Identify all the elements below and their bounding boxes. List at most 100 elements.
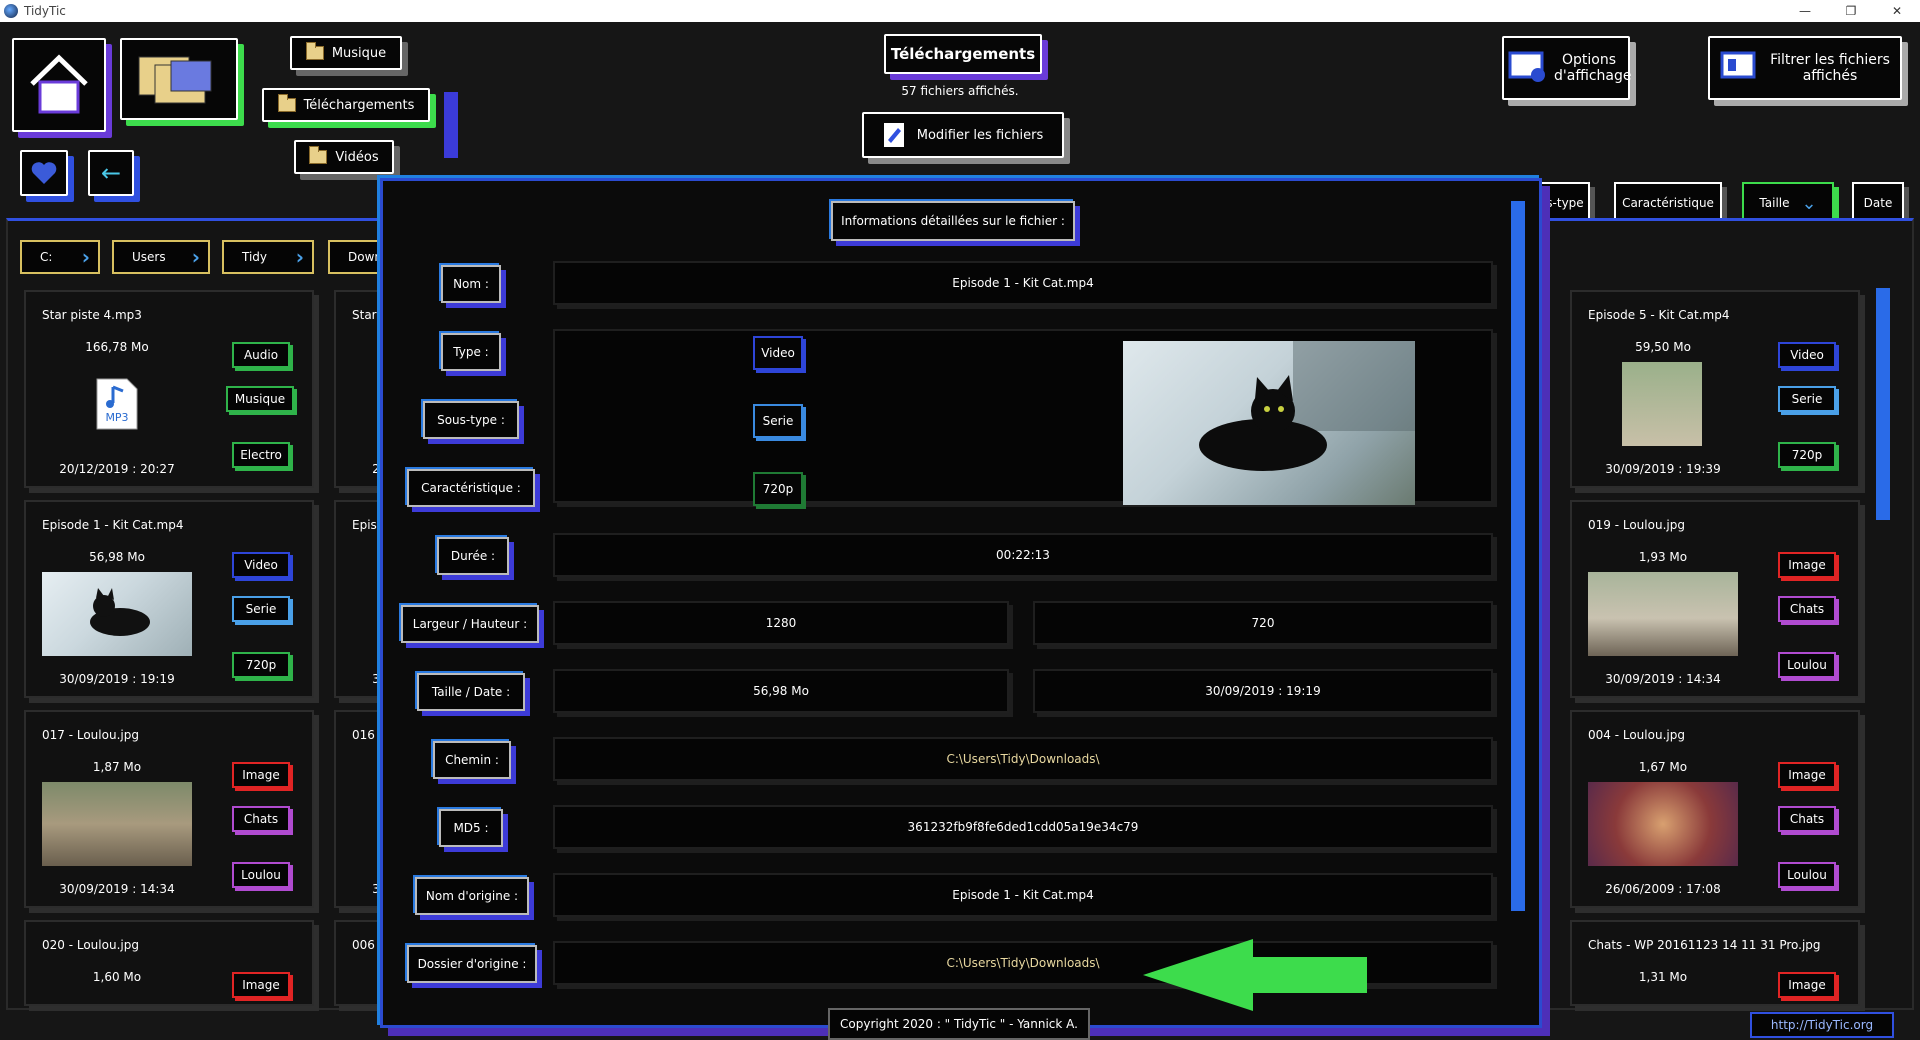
modal-scrollbar[interactable] — [1511, 201, 1525, 911]
files-count: 57 fichiers affichés. — [901, 84, 1019, 98]
video-preview-thumbnail — [1123, 341, 1415, 505]
tag-badge[interactable]: Image — [232, 972, 290, 998]
value-height: 720 — [1033, 601, 1493, 645]
mp3-file-icon: MP3 — [42, 362, 192, 446]
value-original-name: Episode 1 - Kit Cat.mp4 — [553, 873, 1493, 917]
green-arrow-annotation-icon — [1143, 939, 1367, 1011]
label-name: Nom : — [441, 265, 501, 303]
label-md5: MD5 : — [439, 809, 503, 847]
file-size: 1,60 Mo — [92, 970, 142, 984]
label-type: Type : — [441, 333, 501, 371]
folder-musique-button[interactable]: Musique — [290, 36, 402, 70]
tag-badge[interactable]: Chats — [1778, 596, 1836, 622]
photo-thumbnail — [42, 782, 192, 866]
file-date: 30/09/2019 : 14:34 — [1605, 672, 1721, 686]
tag-badge[interactable]: Loulou — [1778, 652, 1836, 678]
file-size: 1,31 Mo — [1638, 970, 1688, 984]
file-name: Star — [352, 308, 377, 322]
label-dimensions: Largeur / Hauteur : — [401, 605, 539, 643]
value-subtype[interactable]: Serie — [753, 404, 803, 438]
file-size: 56,98 Mo — [89, 550, 145, 564]
value-path[interactable]: C:\Users\Tidy\Downloads\ — [553, 737, 1493, 781]
file-card[interactable]: Star piste 4.mp3 166,78 Mo MP3 20/12/201… — [24, 290, 314, 488]
tag-badge[interactable]: Serie — [1778, 386, 1836, 412]
tag-badge[interactable]: Video — [232, 552, 290, 578]
file-card[interactable]: Chats - WP 20161123 14 11 31 Pro.jpg 1,3… — [1570, 920, 1860, 1006]
close-button[interactable]: ✕ — [1874, 0, 1920, 22]
modify-files-label: Modifier les fichiers — [916, 127, 1044, 143]
value-width: 1280 — [553, 601, 1009, 645]
file-card[interactable]: Episode 5 - Kit Cat.mp4 59,50 Mo 30/09/2… — [1570, 290, 1860, 488]
value-name: Episode 1 - Kit Cat.mp4 — [553, 261, 1493, 305]
file-card[interactable]: Episode 1 - Kit Cat.mp4 56,98 Mo 30/09/2… — [24, 500, 314, 698]
folders-scrollbar[interactable] — [444, 92, 458, 158]
tag-badge[interactable]: Image — [232, 762, 290, 788]
file-card[interactable]: 017 - Loulou.jpg 1,87 Mo 30/09/2019 : 14… — [24, 710, 314, 908]
file-size: 166,78 Mo — [85, 340, 149, 354]
tag-badge[interactable]: Audio — [232, 342, 290, 368]
folder-videos-button[interactable]: Vidéos — [294, 140, 394, 174]
folder-telechargements-button[interactable]: Téléchargements — [262, 88, 430, 122]
value-type[interactable]: Video — [753, 336, 803, 370]
modify-files-button[interactable]: Modifier les fichiers — [862, 112, 1064, 158]
tag-badge[interactable]: Serie — [232, 596, 290, 622]
tag-badge[interactable]: Video — [1778, 342, 1836, 368]
minimize-button[interactable]: — — [1782, 0, 1828, 22]
label-duration: Durée : — [437, 537, 509, 575]
file-card[interactable]: 004 - Loulou.jpg 1,67 Mo 26/06/2009 : 17… — [1570, 710, 1860, 908]
svg-text:MP3: MP3 — [105, 411, 128, 424]
restore-button[interactable]: ❐ — [1828, 0, 1874, 22]
breadcrumb-users[interactable]: Users › — [112, 240, 210, 274]
folder-icon — [305, 42, 324, 60]
tag-badge[interactable]: Musique — [226, 386, 294, 412]
file-card[interactable]: 019 - Loulou.jpg 1,93 Mo 30/09/2019 : 14… — [1570, 500, 1860, 698]
display-options-button[interactable]: Options d'affichage — [1502, 36, 1632, 100]
tag-badge[interactable]: Image — [1778, 972, 1836, 998]
tag-badge[interactable]: Loulou — [232, 862, 290, 888]
file-name: 006 — [352, 938, 375, 952]
folders-icon — [138, 56, 212, 104]
copyright-text: Copyright 2020 : " TidyTic " - Yannick A… — [828, 1008, 1090, 1040]
window-title: TidyTic — [24, 4, 66, 18]
website-link[interactable]: http://TidyTic.org — [1750, 1012, 1894, 1038]
photo-thumbnail — [1588, 782, 1738, 866]
file-name: 020 - Loulou.jpg — [42, 938, 139, 952]
file-name: 004 - Loulou.jpg — [1588, 728, 1685, 742]
file-name: Episode 5 - Kit Cat.mp4 — [1588, 308, 1730, 322]
file-card[interactable]: 020 - Loulou.jpg 1,60 Mo Image — [24, 920, 314, 1006]
folder-label: Téléchargements — [303, 97, 415, 113]
plant-thumbnail — [1622, 362, 1702, 446]
filter-files-button[interactable]: Filtrer les fichiers affichés — [1708, 36, 1902, 100]
file-date: 30/09/2019 : 14:34 — [59, 882, 175, 896]
tag-badge[interactable]: 720p — [1778, 442, 1836, 468]
home-button[interactable] — [12, 38, 106, 132]
cat-thumbnail — [42, 572, 192, 656]
right-panel-scrollbar[interactable] — [1876, 288, 1890, 520]
back-button[interactable]: ← — [88, 150, 134, 196]
file-date: 20/12/2019 : 20:27 — [59, 462, 175, 476]
value-date: 30/09/2019 : 19:19 — [1033, 669, 1493, 713]
value-characteristic[interactable]: 720p — [753, 472, 803, 506]
value-md5: 361232fb9f8fe6ded1cdd05a19e34c79 — [553, 805, 1493, 849]
tag-badge[interactable]: Image — [1778, 762, 1836, 788]
arrow-left-icon: ← — [100, 159, 122, 187]
tag-badge[interactable]: Loulou — [1778, 862, 1836, 888]
tag-badge[interactable]: Chats — [1778, 806, 1836, 832]
tag-badge[interactable]: Chats — [232, 806, 290, 832]
sort-size-label: Taille — [1759, 196, 1790, 210]
breadcrumb-c[interactable]: C: › — [20, 240, 100, 274]
breadcrumb-label: Users — [132, 250, 166, 264]
file-date: 26/06/2009 : 17:08 — [1605, 882, 1721, 896]
chevron-right-icon: › — [191, 245, 200, 269]
app-logo-icon — [4, 4, 18, 18]
tag-badge[interactable]: Image — [1778, 552, 1836, 578]
tag-badge[interactable]: Electro — [232, 442, 290, 468]
file-size: 1,67 Mo — [1638, 760, 1688, 774]
folders-view-button[interactable] — [120, 38, 238, 120]
file-name: 019 - Loulou.jpg — [1588, 518, 1685, 532]
breadcrumb-downloads[interactable]: Down — [328, 240, 388, 274]
chevron-right-icon: › — [81, 245, 90, 269]
breadcrumb-tidy[interactable]: Tidy › — [222, 240, 314, 274]
favorites-button[interactable] — [20, 150, 68, 196]
tag-badge[interactable]: 720p — [232, 652, 290, 678]
